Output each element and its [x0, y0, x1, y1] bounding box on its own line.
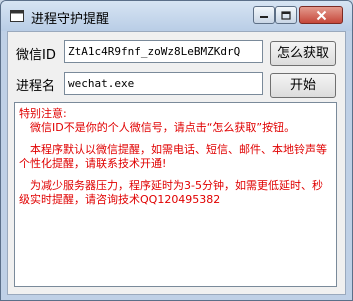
maximize-icon	[281, 10, 291, 20]
close-button[interactable]	[299, 6, 343, 24]
close-icon	[316, 10, 326, 20]
maximize-button[interactable]	[275, 6, 297, 24]
notice-textbox[interactable]: 特别注意: 微信ID不是你的个人微信号，请点击“怎么获取”按钮。 本程序默认以微…	[14, 102, 337, 287]
window-title: 进程守护提醒	[31, 12, 110, 27]
process-name-label: 进程名	[16, 79, 56, 94]
title-bar[interactable]: 进程守护提醒	[1, 1, 352, 31]
window-app-icon	[10, 10, 24, 22]
dialog-body: 微信ID ZtA1c4R9fnf_zoWz8LeBMZKdrQ 怎么获取 进程名…	[7, 31, 346, 295]
how-to-get-button[interactable]: 怎么获取	[270, 41, 336, 66]
wechat-id-label: 微信ID	[16, 48, 56, 63]
notice-line-3: 为减少服务器压力，程序延时为3-5分钟，如需更低延时、秒级实时提醒，请咨询技术Q…	[19, 179, 323, 206]
minimize-icon	[260, 16, 268, 18]
notice-line-1: 微信ID不是你的个人微信号，请点击“怎么获取”按钮。	[19, 121, 296, 134]
notice-heading: 特别注意:	[19, 107, 67, 120]
minimize-button[interactable]	[253, 6, 275, 24]
app-window: 进程守护提醒 微信ID ZtA1c4R9fnf_zoWz8LeBMZKdrQ 怎…	[0, 0, 353, 301]
notice-line-2: 本程序默认以微信提醒，如需电话、短信、邮件、本地铃声等个性化提醒，请联系技术开通…	[19, 143, 327, 170]
process-name-field[interactable]: wechat.exe	[64, 72, 263, 95]
start-button[interactable]: 开始	[270, 73, 336, 98]
wechat-id-field[interactable]: ZtA1c4R9fnf_zoWz8LeBMZKdrQ	[64, 40, 263, 63]
